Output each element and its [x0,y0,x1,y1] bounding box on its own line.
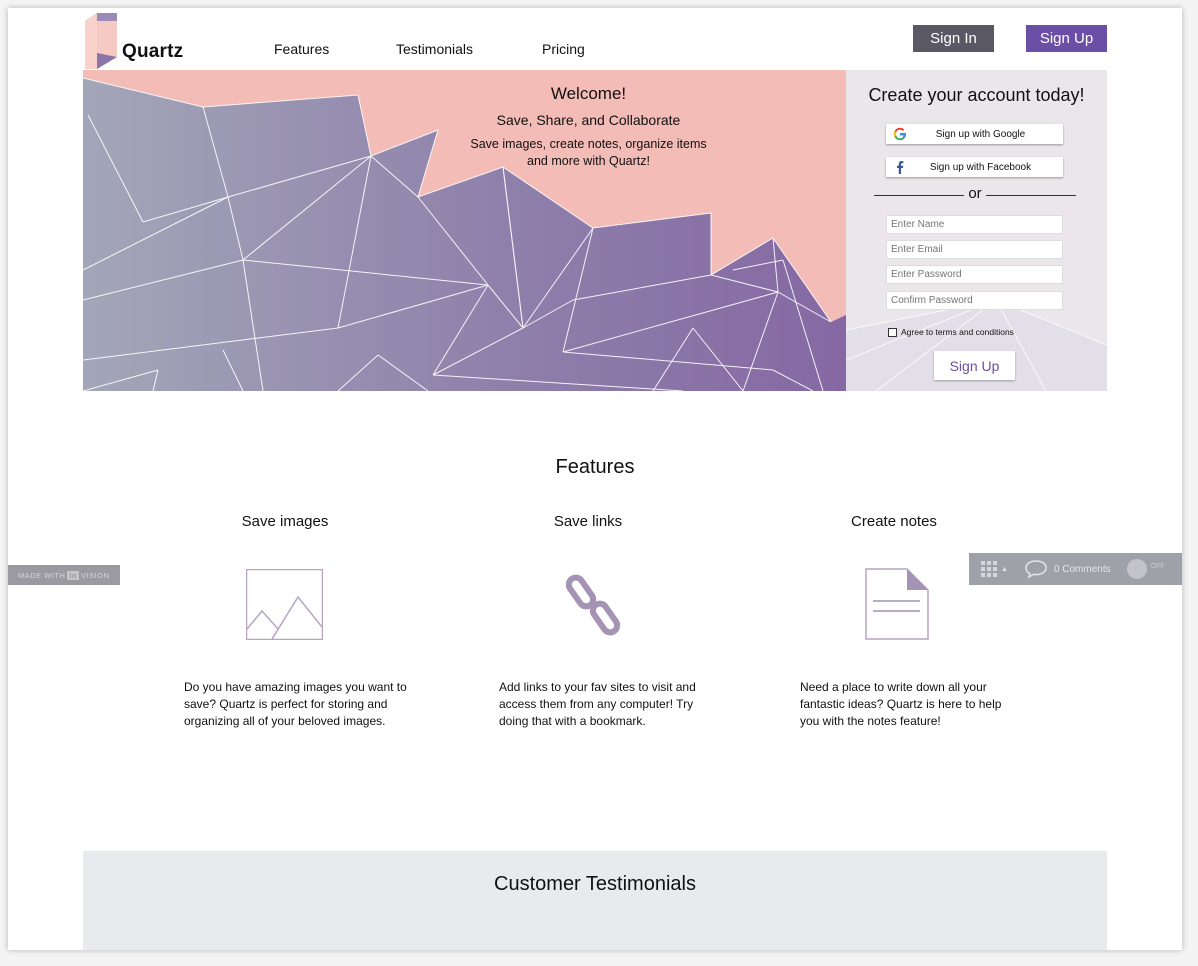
desc-line: organizing all of your beloved images. [184,714,386,728]
name-field[interactable] [886,215,1063,234]
logo-icon [85,13,117,69]
hero-welcome: Welcome! [550,84,627,103]
invision-in-mark: in [67,570,80,580]
comment-icon[interactable] [1024,559,1048,579]
features-title: Features [555,456,635,478]
or-text: or [968,185,982,202]
grid-menu-icon[interactable] [981,561,997,577]
desc-line: Do you have amazing images you want to [184,680,407,694]
panel-sign-up-button[interactable]: Sign Up [934,351,1015,380]
desc-line: you with the notes feature! [800,714,941,728]
toggle-state-label: OFF [1150,563,1165,570]
desc-line: Add links to your fav sites to visit and [499,680,696,694]
made-with-invision-badge[interactable]: MADE WITH in VISION [8,565,120,585]
email-field[interactable] [886,240,1063,259]
desc-line: save? Quartz is perfect for storing and [184,697,388,711]
testimonials-title: Customer Testimonials [494,873,696,895]
divider-line-right [986,195,1076,196]
desc-line: access them from any computer! Try [499,697,694,711]
image-icon [246,569,323,640]
google-signup-button[interactable]: Sign up with Google [886,124,1063,144]
feature-title-notes: Create notes [851,513,937,530]
feature-title-links: Save links [553,513,623,530]
sign-up-button[interactable]: Sign Up [1026,25,1107,52]
made-with-text: MADE WITH [18,570,66,580]
google-signup-label: Sign up with Google [935,128,1026,140]
nav-features[interactable]: Features [274,41,329,57]
brand-name[interactable]: Quartz [122,41,183,63]
confirm-password-field[interactable] [886,291,1063,310]
invision-toolbar: ▲ 0 Comments OFF [969,553,1182,585]
toggle-knob [1126,559,1147,579]
google-icon [893,127,907,141]
terms-agreement[interactable]: Agree to terms and conditions [888,327,1014,337]
hero-description-line1: Save images, create notes, organize item… [470,137,707,151]
page: Quartz Features Testimonials Pricing Sig… [8,8,1182,950]
feature-desc-notes: Need a place to write down all your fant… [800,679,1025,730]
facebook-icon [897,161,904,174]
link-icon [566,574,621,636]
desc-line: fantastic ideas? Quartz is here to help [800,697,1002,711]
testimonials-section: Customer Testimonials [83,851,1107,950]
password-field[interactable] [886,265,1063,284]
feature-title-images: Save images [241,513,329,530]
terms-checkbox[interactable] [888,327,897,337]
invision-name: VISION [81,570,110,580]
feature-desc-links: Add links to your fav sites to visit and… [499,679,724,730]
signup-panel: Create your account today! Sign up with … [846,70,1107,391]
caret-up-icon[interactable]: ▲ [1001,566,1008,573]
hero-tagline: Save, Share, and Collaborate [496,112,681,128]
hero-description-line2: and more with Quartz! [527,154,650,168]
comments-toggle[interactable]: OFF [1126,559,1167,579]
terms-label: Agree to terms and conditions [901,327,1014,337]
facebook-signup-button[interactable]: Sign up with Facebook [886,157,1063,177]
desc-line: doing that with a bookmark. [499,714,646,728]
feature-desc-images: Do you have amazing images you want to s… [184,679,409,730]
facebook-signup-label: Sign up with Facebook [929,161,1032,173]
or-divider: or [874,185,1076,203]
desc-line: Need a place to write down all your [800,680,987,694]
note-icon [865,568,929,640]
nav-pricing[interactable]: Pricing [542,41,585,57]
hero-banner: Welcome! Save, Share, and Collaborate Sa… [83,70,846,391]
signup-title: Create your account today! [868,85,1085,105]
nav-testimonials[interactable]: Testimonials [396,41,473,57]
comments-count[interactable]: 0 Comments [1054,564,1111,575]
sign-in-button[interactable]: Sign In [913,25,994,52]
